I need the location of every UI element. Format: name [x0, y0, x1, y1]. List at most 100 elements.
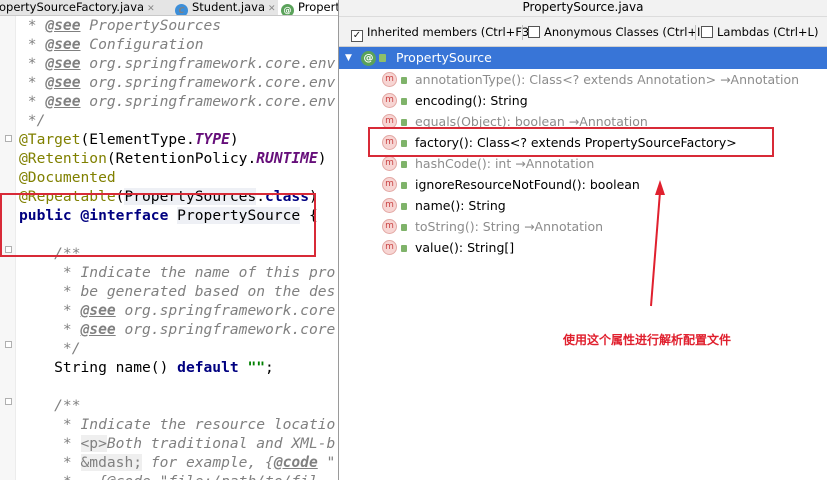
structure-tree[interactable]: ▼ @ PropertySource m annotationType(): Cl…	[339, 47, 827, 480]
chevron-down-icon[interactable]: ▼	[345, 47, 352, 69]
code-token: (ElementType.	[80, 131, 195, 148]
public-visibility-icon	[401, 77, 407, 84]
code-line[interactable]: */	[19, 339, 81, 358]
tab-property-source-factory[interactable]: opertySourceFactory.java ✕	[0, 0, 172, 15]
code-token: Configuration	[80, 36, 204, 53]
code-line[interactable]: * @see org.springframework.core	[19, 320, 335, 339]
code-token: * be generated based on the des	[19, 283, 336, 300]
code-line[interactable]: * @see org.springframework.core	[19, 301, 335, 320]
code-token: ;	[265, 359, 274, 376]
highlight-box-factory-method	[368, 127, 774, 157]
code-line[interactable]: /**	[19, 396, 81, 415]
member-label: toString(): String →Annotation	[415, 219, 604, 234]
file-structure-popup[interactable]: PropertySource.java ✓ Inherited members (…	[338, 0, 827, 480]
code-token: @see	[45, 93, 81, 110]
method-icon: m	[382, 240, 397, 255]
code-token: "	[317, 454, 336, 471]
code-token: *	[19, 321, 81, 338]
public-visibility-icon	[401, 245, 407, 252]
code-token: @see	[45, 17, 81, 34]
code-token: (RetentionPolicy.	[106, 150, 257, 167]
annotation-icon: @	[281, 4, 294, 15]
code-token: * Indicate the name of this pro	[19, 264, 336, 281]
highlight-box-interface-declaration	[0, 193, 316, 257]
code-line[interactable]: * Indicate the name of this pro	[19, 263, 335, 282]
annotation-note: 使用这个属性进行解析配置文件	[563, 333, 732, 347]
tree-member-item[interactable]: m annotationType(): Class<? extends Annot…	[339, 69, 827, 90]
code-token: <p>	[80, 435, 107, 452]
divider	[522, 25, 523, 40]
editor-tab-bar: opertySourceFactory.java ✕ C Student.java ✕…	[0, 0, 340, 16]
code-line[interactable]: * <p>Both traditional and XML-b	[19, 434, 335, 453]
code-token: /**	[19, 397, 81, 414]
lambdas-checkbox[interactable]: Lambdas (Ctrl+L)	[701, 25, 818, 41]
code-line[interactable]: * &mdash; for example, {@code "	[19, 453, 335, 472]
annotation-type-icon: @	[361, 51, 376, 66]
code-token: * Indicate the resource locatio	[19, 416, 336, 433]
code-editor[interactable]: opertySourceFactory.java ✕ C Student.java ✕…	[0, 0, 340, 480]
code-line[interactable]: * @see PropertySources	[19, 16, 221, 35]
member-label: annotationType(): Class<? extends Annota…	[415, 72, 800, 87]
method-icon: m	[382, 177, 397, 192]
code-line[interactable]: @Retention(RetentionPolicy.RUNTIME)	[19, 149, 327, 168]
code-line[interactable]: * @see org.springframework.core.env	[19, 73, 336, 92]
code-line[interactable]: * be generated based on the des	[19, 282, 335, 301]
filter-label: Anonymous Classes (Ctrl+I)	[544, 25, 705, 39]
code-token: TYPE	[194, 131, 230, 148]
code-line[interactable]: * Indicate the resource locatio	[19, 415, 335, 434]
code-token: *	[19, 435, 81, 452]
tab-label: opertySourceFactory.java	[0, 0, 145, 14]
code-line[interactable]: String name() default "";	[19, 358, 274, 377]
code-token: @Target	[19, 131, 81, 148]
code-token: for example, {	[142, 454, 274, 471]
tree-member-item[interactable]: m name(): String	[339, 195, 827, 216]
method-icon: m	[382, 219, 397, 234]
tree-member-item[interactable]: m ignoreResourceNotFound(): boolean	[339, 174, 827, 195]
code-token: *	[19, 74, 46, 91]
code-token: )	[317, 150, 327, 167]
fold-marker-icon[interactable]	[5, 398, 12, 405]
code-token: @see	[80, 302, 116, 319]
tab-property-source[interactable]: @ PropertySource.java	[278, 0, 340, 15]
code-token: *	[19, 454, 81, 471]
close-icon[interactable]: ✕	[147, 2, 155, 15]
tree-member-item[interactable]: m toString(): String →Annotation	[339, 216, 827, 237]
code-line[interactable]: @Target(ElementType.TYPE)	[19, 130, 239, 149]
code-line[interactable]: */	[19, 111, 46, 130]
member-label: name(): String	[415, 198, 506, 213]
code-token: @see	[45, 36, 81, 53]
code-token: @see	[45, 55, 81, 72]
code-line[interactable]: * {@code "file:/path/to/fil	[19, 472, 318, 480]
tab-student[interactable]: C Student.java ✕	[172, 0, 276, 15]
tree-member-item[interactable]: m encoding(): String	[339, 90, 827, 111]
code-token: @see	[80, 321, 116, 338]
public-visibility-icon	[401, 98, 407, 105]
method-icon: m	[382, 72, 397, 87]
code-token: *	[19, 36, 46, 53]
tree-member-item[interactable]: m value(): String[]	[339, 237, 827, 258]
code-token: * {@code "file:/path/to/fil	[19, 473, 318, 480]
filter-bar: ✓ Inherited members (Ctrl+F3) Anonymous C…	[339, 17, 827, 47]
code-token: org.springframework.core.env	[80, 55, 336, 72]
fold-marker-icon[interactable]	[5, 135, 12, 142]
code-line[interactable]: @Documented	[19, 168, 116, 187]
checkbox-icon	[701, 26, 713, 38]
member-label: value(): String[]	[415, 240, 515, 255]
tree-root-property-source[interactable]: ▼ @ PropertySource	[339, 47, 827, 69]
code-line[interactable]: * @see org.springframework.core.env	[19, 92, 336, 111]
code-token: String name()	[19, 359, 178, 376]
code-token: org.springframework.core.env	[80, 74, 336, 91]
tree-root-label: PropertySource	[396, 50, 492, 65]
checkbox-icon	[528, 26, 540, 38]
code-line[interactable]: * @see Configuration	[19, 35, 204, 54]
method-icon: m	[382, 156, 397, 171]
inherited-members-checkbox[interactable]: ✓ Inherited members (Ctrl+F3)	[351, 25, 534, 42]
anonymous-classes-checkbox[interactable]: Anonymous Classes (Ctrl+I)	[528, 25, 705, 41]
popup-title: PropertySource.java	[339, 0, 827, 17]
close-icon[interactable]: ✕	[268, 2, 276, 15]
code-token: org.springframework.core.env	[80, 93, 336, 110]
filter-label: Lambdas (Ctrl+L)	[717, 25, 819, 39]
fold-marker-icon[interactable]	[5, 341, 12, 348]
code-line[interactable]: * @see org.springframework.core.env	[19, 54, 336, 73]
code-token: default	[177, 359, 239, 376]
